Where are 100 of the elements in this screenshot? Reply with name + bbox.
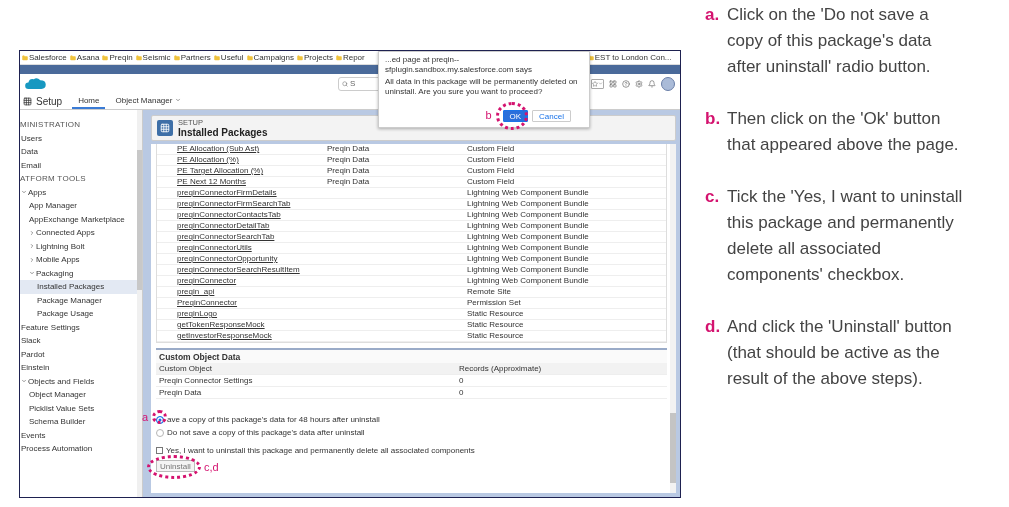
- page-title: Installed Packages: [178, 127, 268, 138]
- chevron-down-icon: [29, 270, 35, 277]
- search-icon: [342, 80, 348, 87]
- step-letter: c.: [705, 186, 721, 208]
- checkbox[interactable]: [156, 447, 163, 454]
- sidebar-item[interactable]: Slack: [20, 334, 137, 348]
- scrollbar[interactable]: [670, 144, 676, 493]
- sidebar-item[interactable]: AppExchange Marketplace: [20, 212, 137, 226]
- favorites-button[interactable]: [591, 78, 604, 89]
- component-link[interactable]: PE Next 12 Months: [177, 178, 327, 186]
- help-icon[interactable]: [622, 79, 630, 88]
- app-launcher-icon[interactable]: [23, 96, 32, 106]
- bookmark-link[interactable]: Seismic: [135, 53, 171, 62]
- sidebar-item[interactable]: Packaging: [20, 266, 137, 280]
- sidebar-item[interactable]: Data: [20, 145, 137, 159]
- sidebar-item[interactable]: Object Manager: [20, 388, 137, 402]
- bookmark-link[interactable]: Campaigns: [246, 53, 294, 62]
- step-letter: b.: [705, 108, 721, 130]
- sidebar-item[interactable]: App Manager: [20, 199, 137, 213]
- folder-icon: [135, 54, 142, 61]
- component-link[interactable]: preqinConnectorFirmDetails: [177, 189, 327, 197]
- bookmark-link[interactable]: Salesforce: [22, 53, 67, 62]
- component-link[interactable]: preqinLogo: [177, 310, 327, 318]
- chevron-down-icon: [598, 81, 603, 86]
- bookmark-link[interactable]: Repor: [335, 53, 365, 62]
- grid-icon[interactable]: [609, 79, 617, 88]
- component-link[interactable]: preqinConnectorDetailTab: [177, 222, 327, 230]
- folder-icon: [246, 54, 253, 61]
- annotation-letter: a: [142, 411, 149, 423]
- table-cell-text: Custom Field: [467, 145, 516, 153]
- component-link[interactable]: preqin_api: [177, 288, 327, 296]
- table-cell-text: Lightning Web Component Bundle: [467, 255, 590, 263]
- component-link[interactable]: PE Allocation (Sub Ast): [177, 145, 327, 153]
- chevron-down-icon: [175, 97, 182, 103]
- folder-icon: [69, 54, 76, 61]
- step-letter: d.: [705, 316, 721, 338]
- folder-icon: [102, 54, 109, 61]
- dialog-message: All data in this package will be permanently deleted on uninstall. Are you sure you want to proceed?: [385, 77, 579, 98]
- folder-icon: [22, 54, 28, 61]
- sidebar-item[interactable]: Installed Packages: [20, 280, 137, 294]
- sidebar-item[interactable]: Events: [20, 428, 137, 442]
- step-text: Tick the 'Yes, I want to uninstall this package and permanently delete all associated components' checkbox.: [727, 186, 964, 286]
- bookmark-link[interactable]: Preqin: [102, 53, 133, 62]
- table-cell-text: Permission Set: [467, 299, 522, 307]
- nav-tab[interactable]: Object Manager: [109, 93, 188, 109]
- component-link[interactable]: preqinConnector: [177, 277, 327, 285]
- table-cell-text: Static Resource: [467, 321, 525, 329]
- sidebar-item[interactable]: Process Automation: [20, 442, 137, 456]
- sidebar-item[interactable]: Picklist Value Sets: [20, 401, 137, 415]
- chevron-down-icon: [21, 378, 27, 385]
- bookmark-link[interactable]: Useful: [213, 53, 244, 62]
- sidebar-item[interactable]: Email: [20, 158, 137, 172]
- component-link[interactable]: preqinConnectorSearchResultItem: [177, 266, 327, 274]
- folder-icon: [173, 54, 180, 61]
- avatar-icon[interactable]: [661, 76, 675, 91]
- bell-icon[interactable]: [648, 79, 656, 88]
- column-header: Custom Object: [159, 364, 213, 373]
- bookmark-link[interactable]: Projects: [297, 53, 333, 62]
- sidebar-item[interactable]: Connected Apps: [20, 226, 137, 240]
- component-link[interactable]: getTokenResponseMock: [177, 321, 327, 329]
- table-cell-text: Remote Site: [467, 288, 513, 296]
- sidebar-item[interactable]: Schema Builder: [20, 415, 137, 429]
- step-text: Then click on the 'Ok' button that appeared above the page.: [727, 108, 960, 156]
- component-link[interactable]: PE Target Allocation (%): [177, 167, 327, 175]
- table-cell-text: Static Resource: [467, 310, 525, 318]
- sidebar-item[interactable]: Package Usage: [20, 307, 137, 321]
- table-cell-text: Lightning Web Component Bundle: [467, 277, 590, 285]
- radio-button[interactable]: [156, 428, 164, 437]
- scrollbar[interactable]: [137, 110, 142, 497]
- component-link[interactable]: PE Allocation (%): [177, 156, 327, 164]
- component-link[interactable]: preqinConnectorFirmSearchTab: [177, 200, 327, 208]
- component-link[interactable]: preqinConnectorUtils: [177, 244, 327, 252]
- settings-icon[interactable]: [635, 79, 643, 88]
- sidebar-item[interactable]: Lightning Bolt: [20, 239, 137, 253]
- sidebar-heading: MINISTRATION: [20, 119, 82, 132]
- component-link[interactable]: PreqinConnector: [177, 299, 327, 307]
- sidebar-item[interactable]: Objects and Fields: [20, 374, 137, 388]
- cancel-button[interactable]: Cancel: [532, 110, 571, 123]
- component-link[interactable]: preqinConnectorSearchTab: [177, 233, 327, 241]
- sidebar-item[interactable]: Mobile Apps: [20, 253, 137, 267]
- dotted-circle-marker: [147, 455, 201, 479]
- bookmark-link[interactable]: Asana: [69, 53, 100, 62]
- sidebar-item[interactable]: Apps: [20, 185, 137, 199]
- column-header: Records (Approximate): [459, 364, 543, 373]
- sidebar-item[interactable]: Pardot: [20, 347, 137, 361]
- sidebar-item[interactable]: Einstein: [20, 361, 137, 375]
- dialog-title: ...ed page at preqin--sfplugin.sandbox.my.salesforce.com says: [385, 55, 534, 75]
- sidebar-item[interactable]: Users: [20, 131, 137, 145]
- bookmark-link[interactable]: Partners: [173, 53, 211, 62]
- checkbox-label: Yes, I want to uninstall this package and permanently delete all associated components: [166, 446, 475, 455]
- annotation-letter: b: [485, 110, 492, 122]
- table-cell-text: Preqin Data: [327, 167, 371, 175]
- component-link[interactable]: preqinConnectorOpportunity: [177, 255, 327, 263]
- component-link[interactable]: preqinConnectorContactsTab: [177, 211, 327, 219]
- folder-icon: [335, 54, 342, 61]
- radio-label: ave a copy of this package's data for 48 hours after uninstall: [167, 415, 380, 424]
- sidebar-item[interactable]: Package Manager: [20, 293, 137, 307]
- ok-button[interactable]: OK: [502, 110, 529, 123]
- sidebar-item[interactable]: Feature Settings: [20, 320, 137, 334]
- component-link[interactable]: getInvestorResponseMock: [177, 332, 327, 340]
